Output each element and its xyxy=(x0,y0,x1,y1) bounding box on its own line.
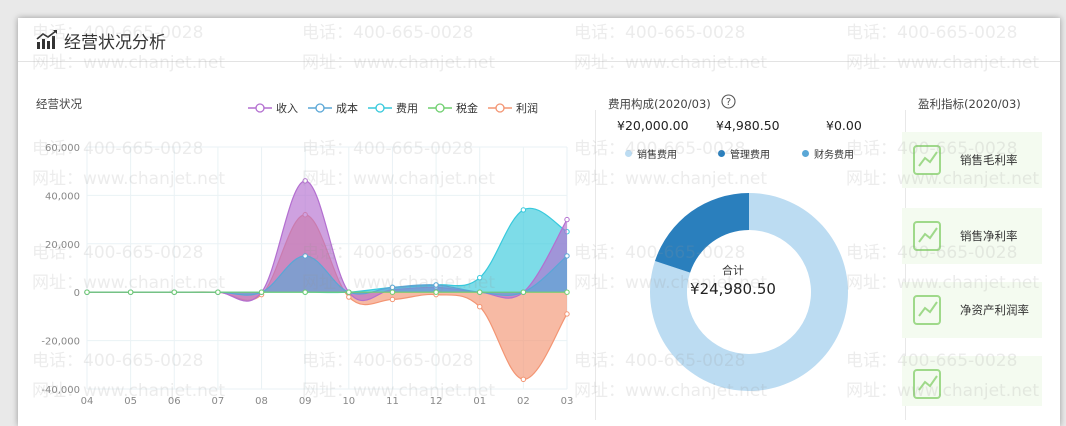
data-point[interactable] xyxy=(346,294,352,300)
y-tick-label: 60,000 xyxy=(45,143,80,154)
data-point[interactable] xyxy=(302,253,308,259)
chart-legend: 收入 成本 费用 税金 利润 xyxy=(248,99,538,117)
data-point[interactable] xyxy=(346,289,352,295)
data-point[interactable] xyxy=(520,376,527,383)
data-point[interactable] xyxy=(302,289,308,295)
x-tick-label: 04 xyxy=(81,396,94,407)
profit-card-2[interactable]: 净资产利润率 xyxy=(902,282,1042,338)
trend-board-icon xyxy=(913,145,941,175)
x-tick-label: 08 xyxy=(255,396,268,407)
y-tick-label: -40,000 xyxy=(41,385,80,396)
profit-card-0[interactable]: 销售毛利率 xyxy=(902,132,1042,188)
legend-label: 收入 xyxy=(276,102,298,115)
donut-total-value: ¥24,980.50 xyxy=(690,280,776,298)
legend-marker-icon xyxy=(488,103,512,113)
profit-card-3[interactable] xyxy=(902,356,1042,406)
cost-legend-1[interactable]: 管理费用 xyxy=(718,146,770,161)
legend-marker-icon xyxy=(308,103,332,113)
profit-card-1[interactable]: 销售净利率 xyxy=(902,208,1042,264)
hand-coin-icon xyxy=(913,221,941,251)
legend-label: 利润 xyxy=(516,102,538,115)
donut-slice-1[interactable] xyxy=(654,193,749,273)
data-point[interactable] xyxy=(258,289,265,295)
data-point[interactable] xyxy=(302,178,308,184)
x-tick-label: 01 xyxy=(473,396,486,407)
cost-amount-1: ¥4,980.50 xyxy=(716,118,780,133)
legend-item-1[interactable]: 成本 xyxy=(308,99,358,117)
legend-marker-icon xyxy=(368,103,392,113)
cost-legend-0[interactable]: 销售费用 xyxy=(625,146,677,161)
data-point[interactable] xyxy=(564,253,570,259)
data-point[interactable] xyxy=(433,282,439,288)
data-point[interactable] xyxy=(84,289,90,295)
donut-total-label: 合计 xyxy=(722,264,744,277)
x-tick-label: 05 xyxy=(124,396,137,407)
x-tick-label: 11 xyxy=(386,396,399,407)
data-point[interactable] xyxy=(477,304,483,310)
legend-dot-icon xyxy=(625,150,632,157)
data-point[interactable] xyxy=(433,289,439,295)
x-tick-label: 06 xyxy=(168,396,181,407)
y-tick-label: 0 xyxy=(74,288,80,299)
data-point[interactable] xyxy=(477,274,483,281)
cost-amount-2: ¥0.00 xyxy=(826,118,862,133)
legend-label: 成本 xyxy=(336,102,358,115)
x-tick-label: 09 xyxy=(299,396,312,407)
cost-legend-label: 销售费用 xyxy=(637,150,677,161)
legend-dot-icon xyxy=(802,150,809,157)
data-point[interactable] xyxy=(564,289,570,295)
data-point[interactable] xyxy=(520,289,527,295)
legend-item-3[interactable]: 税金 xyxy=(428,99,478,117)
x-tick-label: 03 xyxy=(561,396,574,407)
legend-label: 费用 xyxy=(396,102,418,115)
data-point[interactable] xyxy=(564,216,570,223)
cost-legend-label: 财务费用 xyxy=(814,150,854,161)
legend-dot-icon xyxy=(718,150,725,157)
x-tick-label: 02 xyxy=(517,396,530,407)
data-point[interactable] xyxy=(389,296,396,303)
data-point[interactable] xyxy=(477,289,483,295)
target-icon xyxy=(913,369,941,399)
data-point[interactable] xyxy=(564,311,570,317)
y-tick-label: 20,000 xyxy=(45,240,80,251)
legend-item-0[interactable]: 收入 xyxy=(248,99,298,117)
x-tick-label: 12 xyxy=(430,396,443,407)
data-point[interactable] xyxy=(215,289,221,295)
cost-amount-0: ¥20,000.00 xyxy=(617,118,689,133)
profit-item-label: 净资产利润率 xyxy=(960,303,1029,317)
report-icon xyxy=(913,295,941,325)
data-point[interactable] xyxy=(389,284,396,291)
cost-legend-label: 管理费用 xyxy=(730,150,770,161)
data-point[interactable] xyxy=(389,289,396,295)
y-tick-label: -20,000 xyxy=(41,337,80,348)
legend-label: 税金 xyxy=(456,102,478,115)
legend-item-4[interactable]: 利润 xyxy=(488,99,538,117)
x-tick-label: 07 xyxy=(212,396,225,407)
data-point[interactable] xyxy=(171,289,177,295)
y-tick-label: 40,000 xyxy=(45,191,80,202)
data-point[interactable] xyxy=(520,207,527,213)
profit-item-label: 销售净利率 xyxy=(960,229,1018,243)
legend-marker-icon xyxy=(428,103,452,113)
x-tick-label: 10 xyxy=(342,396,355,407)
profit-item-label: 销售毛利率 xyxy=(960,153,1018,167)
legend-item-2[interactable]: 费用 xyxy=(368,99,418,117)
data-point[interactable] xyxy=(127,289,134,295)
cost-legend-2[interactable]: 财务费用 xyxy=(802,146,854,161)
legend-marker-icon xyxy=(248,103,272,113)
